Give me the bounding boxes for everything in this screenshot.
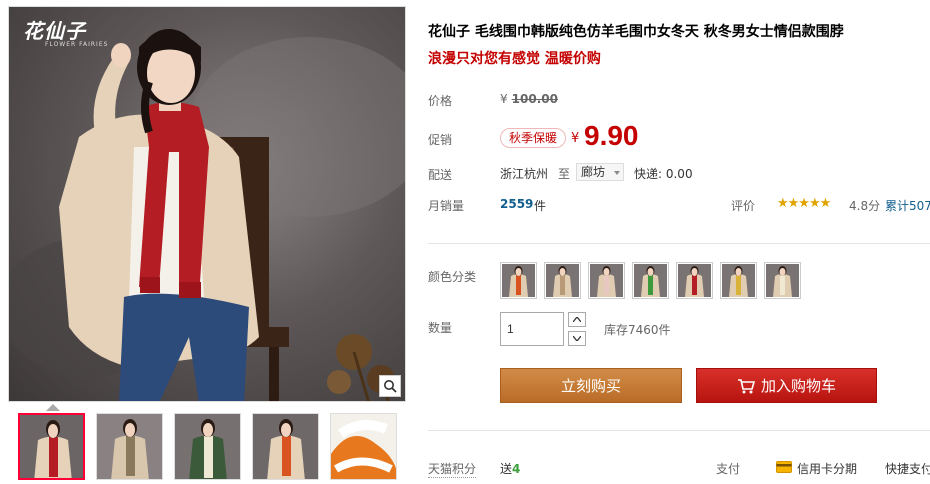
thumbnail-5[interactable] — [330, 413, 397, 480]
color-swatch-7[interactable] — [764, 262, 801, 299]
destination-select[interactable]: 廊坊 — [576, 163, 624, 181]
thumbnail-image — [253, 414, 318, 479]
rating-label: 评价 — [731, 199, 756, 213]
stock-count: 库存7460件 — [604, 323, 671, 337]
payment-label: 支付 — [716, 462, 741, 476]
original-price-value: 100.00 — [511, 92, 558, 106]
monthly-sales-label: 月销量 — [428, 199, 465, 213]
points-number: 4 — [512, 462, 521, 476]
main-product-image[interactable]: 花仙子 FLOWER FAIRIES — [8, 6, 406, 402]
brand-logo: 花仙子 — [23, 19, 86, 43]
promo-label: 促销 — [428, 133, 453, 147]
quantity-increase-button[interactable] — [568, 312, 586, 327]
thumbnail-3[interactable] — [174, 413, 241, 480]
divider — [428, 430, 930, 431]
add-to-cart-button[interactable]: 加入购物车 — [696, 368, 877, 403]
thumbnail-strip — [18, 413, 397, 480]
swatch-image — [678, 264, 711, 297]
shipping-label: 配送 — [428, 168, 453, 182]
color-options — [500, 262, 801, 299]
add-to-cart-label: 加入购物车 — [760, 377, 836, 395]
buy-now-button[interactable]: 立刻购买 — [500, 368, 682, 403]
product-subtitle: 浪漫只对您有感觉 温暖价购 — [428, 51, 601, 67]
thumbnail-image — [20, 415, 83, 478]
ship-to-word: 至 — [558, 167, 571, 181]
swatch-image — [722, 264, 755, 297]
thumbnail-image — [331, 414, 396, 479]
chevron-up-icon — [573, 317, 581, 322]
price-label: 价格 — [428, 94, 453, 108]
thumbnail-2[interactable] — [96, 413, 163, 480]
color-swatch-4[interactable] — [632, 262, 669, 299]
thumbnail-4[interactable] — [252, 413, 319, 480]
swatch-image — [766, 264, 799, 297]
product-title: 花仙子 毛线围巾韩版纯色仿羊毛围巾女冬天 秋冬男女士情侣款围脖 — [428, 24, 844, 40]
currency-symbol: ¥ — [500, 92, 508, 106]
quantity-decrease-button[interactable] — [568, 331, 586, 346]
swatch-image — [546, 264, 579, 297]
magnifier-icon — [384, 380, 397, 393]
thumbnail-image — [97, 414, 162, 479]
ship-from: 浙江杭州 — [500, 167, 549, 181]
color-swatch-5[interactable] — [676, 262, 713, 299]
rating-stars-icon: ★★★★★ — [777, 196, 831, 211]
divider — [428, 243, 930, 244]
destination-value: 廊坊 — [581, 165, 606, 179]
points-value: 送4 — [500, 460, 520, 477]
brand-logo-subtitle: FLOWER FAIRIES — [45, 41, 109, 48]
points-prefix: 送 — [500, 462, 513, 476]
original-price: ¥100.00 — [500, 92, 558, 106]
color-swatch-1[interactable] — [500, 262, 537, 299]
quick-pay-link[interactable]: 快捷支付 — [885, 460, 930, 477]
quantity-label: 数量 — [428, 321, 453, 335]
thumbnail-pointer — [46, 404, 60, 411]
buy-now-label: 立刻购买 — [560, 377, 621, 395]
chevron-down-icon — [573, 336, 581, 341]
swatch-image — [590, 264, 623, 297]
credit-card-installment-link[interactable]: 信用卡分期 — [797, 460, 857, 477]
zoom-button[interactable] — [379, 375, 401, 397]
shipping-fee: 快递: 0.00 — [634, 167, 693, 181]
cumulative-reviews-link[interactable]: 累计5077 — [885, 197, 930, 214]
color-label: 颜色分类 — [428, 270, 477, 284]
model-illustration — [9, 29, 405, 401]
promo-currency-symbol: ¥ — [571, 131, 580, 146]
cart-icon — [737, 378, 755, 393]
color-swatch-6[interactable] — [720, 262, 757, 299]
thumbnail-image — [175, 414, 240, 479]
credit-card-icon — [776, 461, 792, 473]
swatch-image — [502, 264, 535, 297]
color-swatch-3[interactable] — [588, 262, 625, 299]
quantity-input[interactable] — [500, 312, 564, 346]
promo-badge: 秋季保暖 — [500, 128, 567, 148]
color-swatch-2[interactable] — [544, 262, 581, 299]
monthly-sales-unit: 件 — [534, 199, 547, 213]
rating-score: 4.8分 — [849, 199, 881, 213]
tmall-points-link[interactable]: 天猫积分 — [428, 460, 477, 478]
monthly-sales-count: 2559 — [500, 197, 534, 211]
promo-price: 9.90 — [584, 120, 639, 151]
thumbnail-1[interactable] — [18, 413, 85, 480]
chevron-down-icon — [614, 171, 620, 175]
swatch-image — [634, 264, 667, 297]
